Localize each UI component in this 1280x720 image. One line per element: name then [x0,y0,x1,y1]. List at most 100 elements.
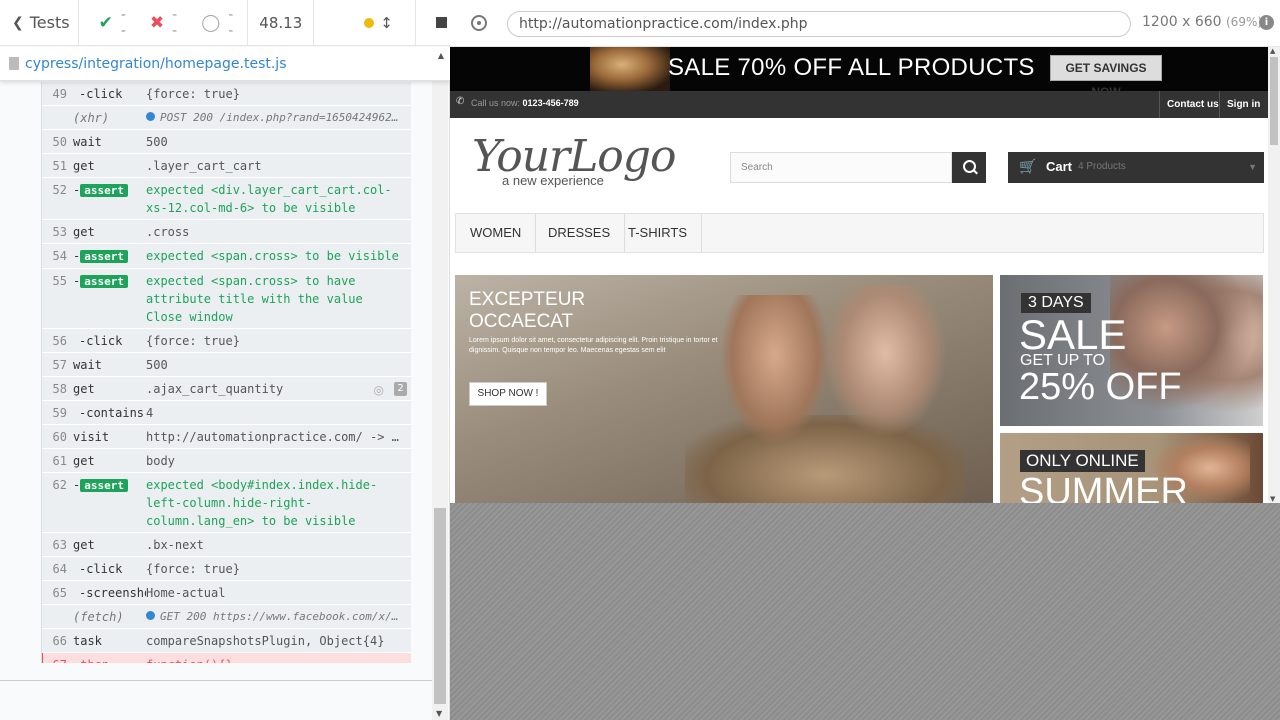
slider-title-text: EXCEPTEUR OCCAECAT [469,289,586,332]
main-menu: WOMEN DRESSES T-SHIRTS [455,213,1264,253]
site-viewport: SALE 70% OFF ALL PRODUCTS GET SAVINGS NO… [450,47,1280,503]
tests-button[interactable]: ❮ Tests [0,0,79,45]
command-message: expected <body#index.index.hide-left-col… [146,476,405,530]
homepage-slider[interactable]: EXCEPTEUR OCCAECAT Lorem ipsum dolor sit… [455,275,993,503]
command-message-text: Home-actual [146,586,226,600]
viewport-scale: (69%) [1226,15,1263,29]
command-number: 51 [52,159,67,173]
triangle-up-icon[interactable]: ▲ [438,51,444,60]
command-name: - assert [67,247,146,266]
promo-online-banner[interactable]: ONLY ONLINE SUMMER [1000,433,1263,503]
command-row[interactable]: 50 wait 500 [42,130,411,154]
search-input[interactable]: Search [730,152,952,183]
selector-playground-icon[interactable] [471,15,487,31]
command-message: http://automationpractice.com/ -> 302... [146,428,405,446]
url-bar[interactable]: http://automationpractice.com/index.php [507,11,1131,37]
scroll-thumb[interactable] [1270,57,1278,145]
promo-banner[interactable]: SALE 70% OFF ALL PRODUCTS GET SAVINGS NO… [450,47,1268,99]
command-message-text: function(){} [146,658,233,663]
command-message-text: GET 200 https://www.facebook.com/x/oauth… [160,610,405,623]
contact-us-link[interactable]: Contact us [1159,91,1226,118]
command-message: .ajax_cart_quantity [146,380,405,398]
sign-in-link[interactable]: Sign in [1219,91,1267,118]
menu-tshirts[interactable]: T-SHIRTS [614,214,702,252]
command-name: (fetch) [73,610,124,624]
site-scrollbar[interactable]: ▲ ▼ [1268,47,1280,503]
command-row[interactable]: 64 -click {force: true} [42,557,411,581]
command-log: 49 -click {force: true} (xhr) POST 200 /inde… [41,82,411,663]
call-label: Call us now: [471,98,521,108]
auto-scroll-toggle[interactable]: ↕ [314,0,416,45]
command-message-text: body [146,454,175,468]
command-number: 52 [52,183,67,197]
command-name: -screenshot [79,586,146,600]
circle-notch-icon: ◯ [201,12,221,33]
duration: 48.13 [248,0,315,45]
command-number: 49 [52,87,67,101]
x-icon: ✖ [149,12,165,33]
info-icon[interactable]: i [1259,15,1274,30]
command-message: {force: true} [146,332,405,350]
cart-count: 4 Products [1078,161,1126,172]
command-row[interactable]: 57 wait 500 [42,353,411,377]
command-row[interactable]: 67-thenfunction(){} [42,653,411,663]
viewport-size: 1200 x 660 (69%) [1142,14,1262,30]
command-message-text: .bx-next [146,538,204,552]
command-name: -click [79,334,123,348]
scroll-down-icon[interactable]: ▼ [1270,495,1275,503]
request-dot-icon [146,611,155,620]
shop-now-button[interactable]: SHOP NOW ! [469,382,547,406]
spec-file-bar[interactable]: cypress/integration/homepage.test.js ▲ [0,47,450,81]
command-row[interactable]: 61 get body [42,449,411,473]
command-row[interactable]: 51 get .layer_cart_cart [42,154,411,178]
dot-icon [364,17,375,28]
command-message: body [146,452,405,470]
menu-dresses[interactable]: DRESSES [534,214,626,252]
chevron-left-icon: ❮ [12,14,24,31]
command-message: {force: true} [146,85,405,103]
command-name: get [73,225,95,239]
reporter-scrollbar[interactable]: ▲ ▼ [432,48,448,720]
cart-button[interactable]: 🛒 Cart 4 Products ▼ [1008,152,1264,183]
command-row[interactable]: 62 - assert expected <body#index.index.hid… [42,473,411,533]
command-row[interactable]: 55 - assert expected <span.cross> to have … [42,269,411,329]
command-message-text: compareSnapshotsPlugin, Object{4} [146,634,385,648]
command-row[interactable]: 52 - assert expected <div.layer_cart_cart.… [42,178,411,220]
command-row[interactable]: 66 task compareSnapshotsPlugin, Object{4} [42,629,411,653]
command-name: get [73,538,95,552]
scroll-up-icon[interactable]: ▲ [1270,47,1275,55]
command-row[interactable]: 49 -click {force: true} [42,82,411,106]
command-row[interactable]: (fetch) GET 200 https://www.facebook.com/… [42,605,411,629]
command-number: 57 [52,358,67,372]
command-row[interactable]: 65 -screenshotHome-actual [42,581,411,605]
command-row[interactable]: 53 get .cross [42,220,411,244]
command-message: {force: true} [146,560,405,578]
assert-badge: assert [80,479,128,492]
command-message: function(){} [146,656,405,663]
arrows-vertical-icon: ↕ [380,13,393,32]
get-savings-button[interactable]: GET SAVINGS NOW [1050,55,1162,99]
command-row[interactable]: 56 -click {force: true} [42,329,411,353]
command-row[interactable]: (xhr) POST 200 /index.php?rand=1650424962… [42,106,411,130]
command-name: get [73,382,95,396]
command-number: 63 [52,538,67,552]
spec-file-path[interactable]: cypress/integration/homepage.test.js [25,56,286,72]
command-row[interactable]: 58 get .ajax_cart_quantity ◎ 2 [42,377,411,401]
command-name: -contains [79,406,145,420]
divider [0,680,432,681]
command-message-text: expected <body#index.index.hide-left-col… [146,478,378,528]
command-row[interactable]: 59 -contains 4 [42,401,411,425]
scroll-down-icon[interactable]: ▼ [436,709,442,718]
command-row[interactable]: 54 - assert expected <span.cross> to be vi… [42,244,411,269]
command-message: POST 200 /index.php?rand=1650424962... [146,109,405,127]
command-message: expected <div.layer_cart_cart.col-xs-12.… [146,181,405,217]
command-row[interactable]: 63 get .bx-next [42,533,411,557]
command-row[interactable]: 60 visit http://automationpractice.com/ ->… [42,425,411,449]
command-message-text: 500 [146,358,168,372]
search-button[interactable] [952,152,986,183]
promo-sale-banner[interactable]: 3 DAYS SALE GET UP TO 25% OFF [1000,275,1263,426]
menu-women[interactable]: WOMEN [456,214,537,252]
phone-icon: ✆ [456,96,465,107]
scroll-thumb[interactable] [434,508,446,704]
slider-model-right [825,285,945,435]
